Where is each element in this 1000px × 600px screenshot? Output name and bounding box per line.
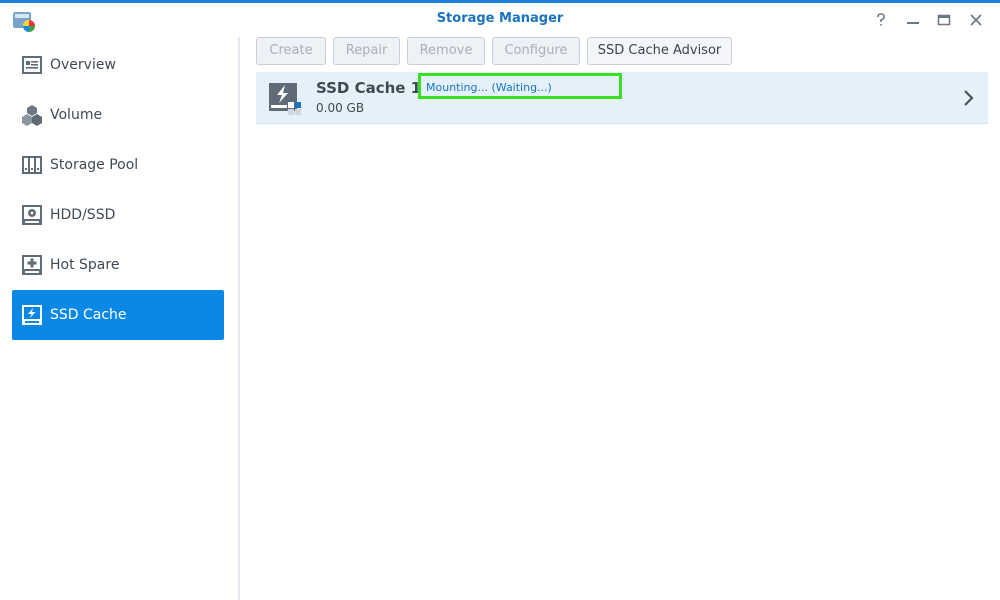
sidebar-item-hdd-ssd[interactable]: HDD/SSD (12, 190, 224, 240)
cache-status: Mounting... (Waiting...) (426, 81, 552, 94)
maximize-icon[interactable] (936, 12, 952, 28)
sidebar-item-label: HDD/SSD (50, 207, 116, 223)
cache-size: 0.00 GB (316, 101, 365, 115)
sidebar-item-label: Overview (50, 57, 116, 73)
sidebar-item-storage-pool[interactable]: Storage Pool (12, 140, 224, 190)
close-icon[interactable] (968, 12, 984, 28)
sidebar-item-hot-spare[interactable]: Hot Spare (12, 240, 224, 290)
sidebar-item-label: SSD Cache (50, 307, 127, 323)
sidebar-item-label: Volume (50, 107, 103, 123)
help-icon[interactable] (873, 12, 889, 28)
chevron-right-icon[interactable] (962, 89, 976, 107)
sidebar-item-overview[interactable]: Overview (12, 40, 224, 90)
remove-button[interactable]: Remove (407, 37, 485, 65)
title-bar: Storage Manager (0, 0, 1000, 37)
storage-pool-icon (22, 156, 42, 174)
ssd-cache-item-icon (269, 83, 301, 115)
configure-button[interactable]: Configure (492, 37, 580, 65)
sidebar: Overview Volume Storage Pool HDD/SSD Hot… (0, 37, 238, 600)
ssd-cache-icon (22, 305, 42, 325)
ssd-cache-list-item[interactable]: SSD Cache 1 - Mounting... (Waiting...) 0… (256, 72, 988, 124)
window-title: Storage Manager (436, 11, 564, 26)
sidebar-item-ssd-cache[interactable]: SSD Cache (12, 290, 224, 340)
volume-icon (22, 105, 42, 126)
create-button[interactable]: Create (256, 37, 326, 65)
sidebar-item-label: Storage Pool (50, 157, 139, 173)
sidebar-divider (238, 37, 240, 600)
sidebar-item-volume[interactable]: Volume (12, 90, 224, 140)
hot-spare-icon (22, 255, 42, 275)
sidebar-item-label: Hot Spare (50, 257, 120, 273)
hdd-icon (22, 205, 42, 225)
repair-button[interactable]: Repair (333, 37, 400, 65)
minimize-icon[interactable] (905, 12, 921, 28)
overview-icon (22, 56, 42, 74)
ssd-cache-advisor-button[interactable]: SSD Cache Advisor (587, 37, 732, 65)
cache-name: SSD Cache 1 (316, 79, 422, 97)
